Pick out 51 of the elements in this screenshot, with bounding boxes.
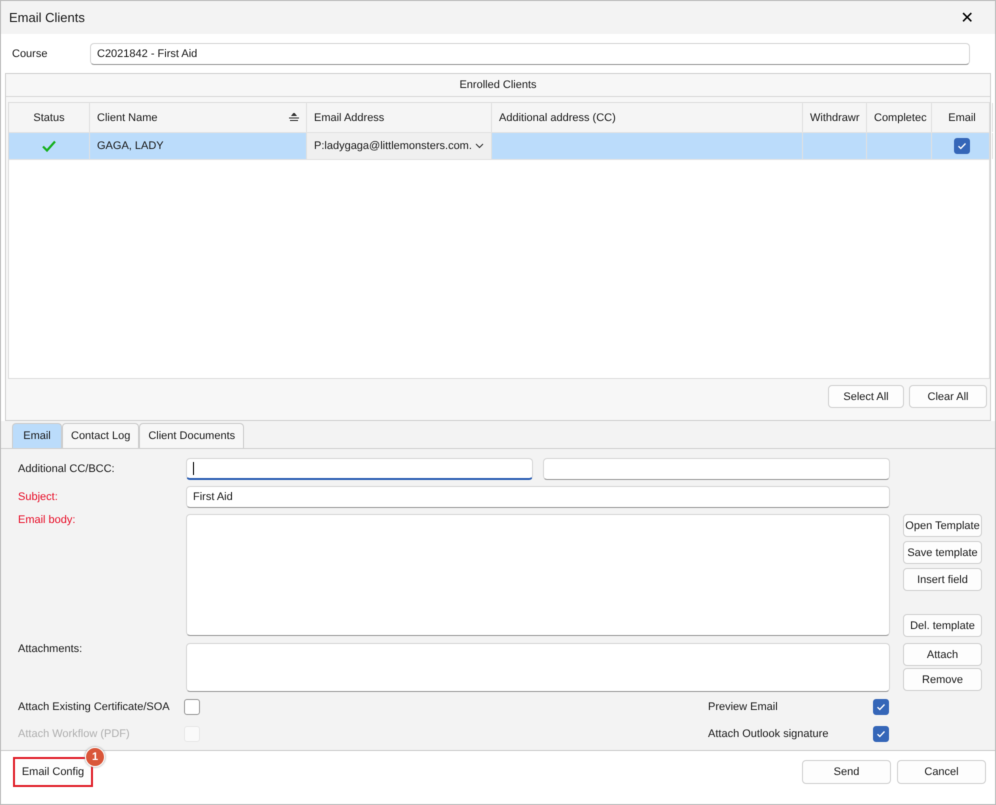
delete-template-button[interactable]: Del. template (903, 614, 982, 637)
option-label: Attach Outlook signature (708, 728, 830, 740)
option-label: Preview Email (708, 701, 779, 713)
checkmark-icon (876, 729, 886, 739)
option-checkbox[interactable] (873, 699, 889, 715)
column-header[interactable]: Client Name (90, 103, 307, 132)
column-header[interactable]: Additional address (CC) (492, 103, 803, 132)
table-cell: GAGA, LADY (97, 140, 164, 152)
column-header[interactable]: Status (9, 103, 90, 132)
tab[interactable]: Contact Log (62, 423, 140, 448)
course-field[interactable]: C2021842 - First Aid (90, 43, 970, 65)
option-label: Attach Workflow (PDF) (18, 728, 131, 740)
option-checkbox[interactable] (873, 726, 889, 742)
course-label: Course (12, 48, 48, 60)
panel-title: Enrolled Clients (459, 79, 537, 91)
column-header[interactable]: Withdrawr (803, 103, 867, 132)
column-header[interactable]: Completec (867, 103, 932, 132)
checkmark-icon (957, 141, 967, 151)
select-all-button[interactable]: Select All (828, 385, 904, 408)
column-header[interactable]: Email (932, 103, 993, 132)
cc-field[interactable] (186, 458, 533, 480)
sort-icon (289, 113, 299, 121)
template-button[interactable]: Save template (903, 541, 982, 564)
body-label: Email body: (18, 514, 76, 526)
email-checkbox[interactable] (954, 138, 970, 154)
attachments-field[interactable] (186, 643, 890, 692)
text-cursor-icon (193, 462, 195, 475)
bcc-field[interactable] (543, 458, 890, 480)
window-title: Email Clients (9, 10, 85, 25)
cancel-button[interactable]: Cancel (897, 760, 986, 784)
email-dropdown[interactable]: P:ladygaga@littlemonsters.com. (307, 133, 492, 159)
attachments-label: Attachments: (18, 643, 84, 655)
template-button[interactable]: Insert field (903, 568, 982, 591)
close-button[interactable]: ✕ (947, 2, 987, 32)
send-button[interactable]: Send (802, 760, 891, 784)
email-config-button[interactable]: Email Config (14, 758, 92, 786)
cc-label: Additional CC/BCC: (18, 463, 116, 475)
remove-button[interactable]: Remove (903, 668, 982, 691)
template-button[interactable]: Open Template (903, 514, 982, 537)
option-label: Attach Existing Certificate/SOA (18, 701, 171, 713)
tab[interactable]: Email (12, 423, 62, 448)
subject-field[interactable]: First Aid (186, 486, 890, 508)
column-header[interactable]: Email Address (307, 103, 492, 132)
clear-all-button[interactable]: Clear All (909, 385, 987, 408)
attach-button[interactable]: Attach (903, 643, 982, 666)
body-field[interactable] (186, 514, 890, 636)
checkmark-icon (876, 702, 886, 712)
subject-label: Subject: (18, 491, 59, 503)
tab[interactable]: Client Documents (139, 423, 244, 448)
option-checkbox[interactable] (184, 699, 200, 715)
chevron-down-icon (475, 143, 484, 149)
